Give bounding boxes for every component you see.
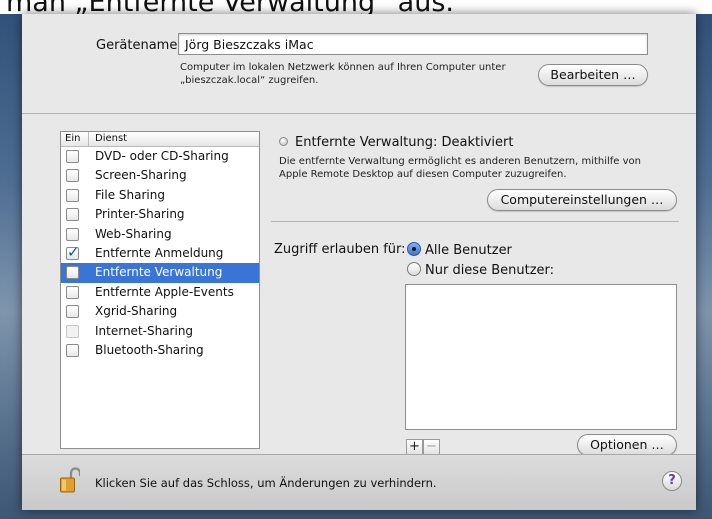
service-checkbox[interactable]	[66, 305, 79, 319]
service-checkbox[interactable]	[66, 150, 79, 163]
service-row-bluetooth-sharing[interactable]: Bluetooth-Sharing	[61, 341, 259, 360]
service-checkbox[interactable]	[66, 343, 79, 357]
detail-divider	[271, 221, 679, 222]
service-label: Web-Sharing	[95, 226, 172, 241]
status-text: Entfernte Verwaltung: Deaktiviert	[295, 135, 514, 150]
service-checkbox[interactable]	[66, 169, 79, 183]
service-label: Entfernte Anmeldung	[95, 245, 224, 260]
add-user-button[interactable]: +	[406, 439, 423, 455]
service-row-remote-management[interactable]: Entfernte Verwaltung	[61, 263, 259, 283]
service-checkbox[interactable]	[66, 208, 79, 222]
options-button[interactable]: Optionen …	[577, 434, 677, 456]
service-label: Internet-Sharing	[95, 323, 194, 338]
service-label: DVD- oder CD-Sharing	[95, 149, 229, 163]
service-row-xgrid-sharing[interactable]: Xgrid-Sharing	[61, 302, 259, 321]
page-caption: man „Entfernte Verwaltung“ aus.	[0, 0, 712, 14]
sharing-preferences-window: Gerätename: Jörg Bieszczaks iMac Compute…	[22, 14, 696, 510]
service-label: Xgrid-Sharing	[95, 304, 178, 319]
computer-name-field[interactable]: Jörg Bieszczaks iMac	[178, 33, 648, 55]
service-checkbox[interactable]	[66, 188, 79, 202]
description-line-1: Die entfernte Verwaltung ermöglicht es a…	[279, 156, 642, 167]
radio-only-these-users-label: Nur diese Benutzer:	[425, 263, 555, 278]
service-label: Entfernte Apple-Events	[95, 284, 234, 299]
service-description: Die entfernte Verwaltung ermöglicht es a…	[279, 155, 689, 181]
computer-settings-button[interactable]: Computereinstellungen …	[487, 189, 677, 211]
service-row-web-sharing[interactable]: Web-Sharing	[61, 225, 259, 244]
status-indicator-icon	[279, 137, 288, 146]
service-checkbox[interactable]	[66, 285, 79, 299]
edit-button[interactable]: Bearbeiten …	[538, 64, 648, 86]
footer-bar: Klicken Sie auf das Schloss, um Änderung…	[22, 454, 696, 510]
service-list: Ein Dienst DVD- oder CD-Sharing Screen-S…	[60, 131, 260, 449]
service-label: Screen-Sharing	[95, 168, 187, 183]
column-header-on[interactable]: Ein	[65, 133, 80, 144]
hint-line-1: Computer im lokalen Netzwerk können auf …	[180, 62, 506, 73]
allowed-users-list[interactable]	[405, 284, 677, 430]
lock-open-icon[interactable]	[60, 467, 80, 493]
service-row-screen-sharing[interactable]: Screen-Sharing	[61, 166, 259, 185]
service-row-remote-login[interactable]: ✓ Entfernte Anmeldung	[61, 244, 259, 263]
service-rows: DVD- oder CD-Sharing Screen-Sharing File…	[61, 147, 259, 360]
computer-name-area: Gerätename: Jörg Bieszczaks iMac Compute…	[22, 14, 696, 114]
column-header-service[interactable]: Dienst	[95, 133, 127, 144]
service-checkbox[interactable]	[66, 266, 79, 280]
help-icon[interactable]: ?	[662, 471, 682, 491]
computer-name-hint: Computer im lokalen Netzwerk können auf …	[180, 61, 540, 87]
service-row-file-sharing[interactable]: File Sharing	[61, 186, 259, 205]
service-row-internet-sharing[interactable]: Internet-Sharing	[61, 322, 259, 341]
computer-name-label: Gerätename:	[96, 38, 182, 53]
radio-all-users[interactable]: Alle Benutzer	[407, 242, 512, 258]
service-row-dvd-cd-sharing[interactable]: DVD- oder CD-Sharing	[61, 147, 259, 166]
service-row-remote-apple-events[interactable]: Entfernte Apple-Events	[61, 283, 259, 302]
service-label: Printer-Sharing	[95, 207, 185, 222]
service-list-header: Ein Dienst	[61, 132, 259, 147]
access-label: Zugriff erlauben für:	[274, 242, 406, 257]
radio-only-these-users[interactable]: Nur diese Benutzer:	[407, 262, 554, 278]
main-area: Ein Dienst DVD- oder CD-Sharing Screen-S…	[22, 114, 696, 456]
service-checkbox[interactable]: ✓	[66, 244, 80, 260]
service-status: Entfernte Verwaltung: Deaktiviert	[279, 135, 513, 150]
service-checkbox[interactable]	[66, 227, 79, 241]
hint-line-2: „bieszczak.local“ zugreifen.	[180, 75, 319, 86]
radio-unselected-icon[interactable]	[407, 262, 421, 276]
column-separator	[88, 132, 89, 146]
radio-all-users-label: Alle Benutzer	[425, 243, 512, 258]
description-line-2: Apple Remote Desktop auf diesen Computer…	[279, 169, 567, 180]
service-label: Bluetooth-Sharing	[95, 342, 204, 357]
radio-selected-icon[interactable]	[407, 242, 421, 256]
remove-user-button[interactable]: −	[423, 439, 440, 455]
service-row-printer-sharing[interactable]: Printer-Sharing	[61, 205, 259, 224]
lock-hint-text: Klicken Sie auf das Schloss, um Änderung…	[95, 476, 437, 490]
service-label: File Sharing	[95, 187, 165, 202]
service-label: Entfernte Verwaltung	[95, 265, 223, 280]
service-checkbox[interactable]	[66, 324, 79, 338]
